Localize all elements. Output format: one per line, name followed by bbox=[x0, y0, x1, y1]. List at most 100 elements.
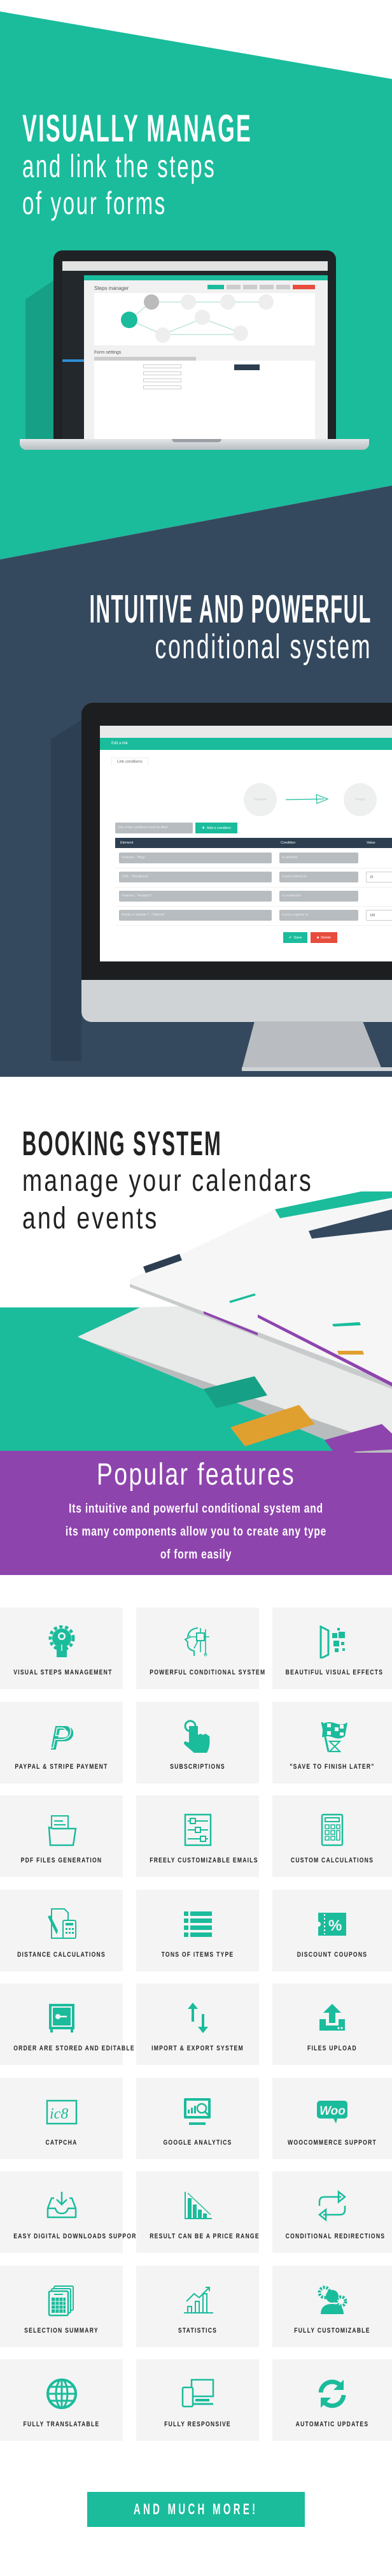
globe-icon bbox=[45, 2377, 78, 2410]
checkered-flag-icon bbox=[316, 1720, 349, 1753]
feature-card: Woo WOOCOMMERCE SUPPORT bbox=[272, 2077, 392, 2159]
feature-label: DISCOUNT COUPONS bbox=[297, 1950, 368, 1959]
svg-text:%: % bbox=[328, 1917, 342, 1934]
feature-card: % DISCOUNT COUPONS bbox=[272, 1889, 392, 1971]
feature-card: PDF FILES GENERATION bbox=[0, 1795, 123, 1877]
coupon-icon: % bbox=[316, 1908, 349, 1941]
condition-element-select[interactable]: CMS : "Wordpress" bbox=[119, 872, 272, 882]
hand-tap-icon bbox=[181, 1720, 214, 1753]
hero-subtitle-line1: and link the steps bbox=[22, 148, 216, 184]
sliders-icon bbox=[181, 1813, 214, 1846]
feature-card: AUTOMATIC UPDATES bbox=[272, 2359, 392, 2441]
feature-label: GOOGLE ANALYTICS bbox=[163, 2138, 232, 2147]
download-inbox-icon bbox=[45, 2189, 78, 2222]
condition-type-select[interactable]: Is unselected bbox=[279, 891, 358, 902]
feature-card: BEAUTIFUL VISUAL EFFECTS bbox=[272, 1608, 392, 1689]
steps-manager-screenshot: Steps manager Form settings bbox=[62, 261, 328, 439]
conditions-table-header: Element Condition Value bbox=[115, 838, 392, 848]
upload-icon bbox=[316, 2001, 349, 2034]
condition-element-select[interactable]: Mobile or website ? : "Website" bbox=[119, 910, 272, 921]
feature-label: EASY DIGITAL DOWNLOADS SUPPORT bbox=[13, 2233, 141, 2240]
monitor-stand bbox=[242, 1021, 392, 1071]
responsive-icon bbox=[181, 2377, 214, 2410]
safe-icon bbox=[45, 2001, 78, 2034]
steps-manager-heading: Steps manager bbox=[94, 285, 129, 291]
feature-label: FULLY TRANSLATABLE bbox=[23, 2421, 100, 2428]
feature-label: CUSTOM CALCULATIONS bbox=[290, 1857, 374, 1864]
woo-icon: Woo bbox=[316, 2096, 349, 2129]
feature-card: RESULT CAN BE A PRICE RANGE bbox=[136, 2171, 259, 2253]
popular-features-description-line3: of form easily bbox=[160, 1548, 232, 1562]
tab-link-conditions[interactable]: Link conditions bbox=[111, 758, 148, 766]
feature-label: IMPORT & EXPORT SYSTEM bbox=[151, 2045, 244, 2052]
link-arrow-icon bbox=[286, 794, 329, 804]
save-button[interactable]: ✔ Save bbox=[283, 932, 307, 943]
statistics-icon bbox=[181, 2284, 214, 2317]
feature-label: CATPCHA bbox=[45, 2138, 78, 2147]
condition-element-select[interactable]: Features : "Analytics" bbox=[119, 891, 272, 902]
import-export-icon bbox=[181, 2001, 214, 2034]
feature-label: POWERFUL CONDITIONAL SYSTEM bbox=[150, 1669, 266, 1676]
popular-features-description-line1: Its intuitive and powerful conditional s… bbox=[69, 1502, 323, 1516]
operator-select[interactable]: One of the conditions must be filled bbox=[115, 823, 193, 833]
feature-card: FULLY CUSTOMIZABLE bbox=[272, 2265, 392, 2347]
feature-label: BEAUTIFUL VISUAL EFFECTS bbox=[285, 1669, 384, 1676]
feature-card: FULLY RESPONSIVE bbox=[136, 2359, 259, 2441]
condition-type-select[interactable]: Is price superior to bbox=[279, 910, 358, 921]
popular-features-title: Popular features bbox=[96, 1458, 296, 1492]
feature-card: DISTANCE CALCULATIONS bbox=[0, 1889, 123, 1971]
condition-value-input[interactable]: 15 bbox=[366, 872, 392, 882]
feature-card: FULLY TRANSLATABLE bbox=[0, 2359, 123, 2441]
laptop-notch bbox=[172, 439, 221, 442]
delete-button[interactable]: ■ Delete bbox=[311, 932, 337, 943]
feature-card: ORDER ARE STORED AND EDITABLE bbox=[0, 1983, 135, 2065]
feature-card: SELECTION SUMMARY bbox=[0, 2265, 123, 2347]
monitor-chin bbox=[81, 980, 392, 1022]
to-step-node: Design bbox=[355, 798, 365, 802]
feature-label: FULLY RESPONSIVE bbox=[164, 2421, 231, 2428]
add-condition-button[interactable]: ✚ Add a condition bbox=[195, 823, 237, 833]
feature-card: EASY DIGITAL DOWNLOADS SUPPORT bbox=[0, 2171, 141, 2253]
feature-card: POWERFUL CONDITIONAL SYSTEM bbox=[136, 1608, 266, 1689]
feature-label: PDF FILES GENERATION bbox=[20, 1857, 102, 1864]
condition-element-select[interactable]: Features : "Blog" bbox=[119, 853, 272, 863]
refresh-icon bbox=[316, 2377, 349, 2410]
list-icon bbox=[181, 1908, 214, 1941]
popular-features-description-line2: its many components allow you to create … bbox=[65, 1525, 327, 1539]
feature-card: CONDITIONAL REDIRECTIONS bbox=[272, 2171, 392, 2253]
feature-card: "SAVE TO FINISH LATER" bbox=[272, 1701, 392, 1783]
hero-title: VISUALLY MANAGE bbox=[22, 107, 253, 150]
svg-text:Woo: Woo bbox=[319, 2105, 346, 2118]
feature-label: PAYPAL & STRIPE PAYMENT bbox=[15, 1762, 108, 1771]
link-conditions-screenshot: Edit a link Link conditions Features Des… bbox=[100, 726, 392, 961]
plus-icon: ✚ bbox=[202, 826, 205, 830]
calculator-icon bbox=[316, 1813, 349, 1846]
trash-icon: ■ bbox=[316, 935, 319, 940]
feature-card: STATISTICS bbox=[136, 2265, 259, 2347]
svg-text:P: P bbox=[48, 1720, 71, 1753]
conditional-title: INTUITIVE AND POWERFUL bbox=[89, 587, 372, 631]
price-range-icon bbox=[181, 2189, 214, 2222]
condition-type-select[interactable]: Is selected bbox=[279, 853, 358, 863]
feature-label: RESULT CAN BE A PRICE RANGE bbox=[150, 2233, 260, 2240]
customizable-icon bbox=[316, 2284, 349, 2317]
redirect-icon bbox=[316, 2189, 349, 2222]
hero-subtitle-line2: of your forms bbox=[22, 185, 167, 221]
check-icon: ✔ bbox=[288, 935, 292, 940]
feature-card: FILES UPLOAD bbox=[272, 1983, 392, 2065]
analytics-icon bbox=[181, 2096, 214, 2129]
booking-calendar-screenshot bbox=[78, 1191, 392, 1453]
condition-value-input[interactable]: 100 bbox=[366, 910, 392, 921]
feature-card: P P PAYPAL & STRIPE PAYMENT bbox=[0, 1701, 123, 1783]
feature-label: VISUAL STEPS MANAGEMENT bbox=[13, 1669, 113, 1676]
summary-icon bbox=[45, 2284, 78, 2317]
feature-label: AUTOMATIC UPDATES bbox=[295, 2421, 369, 2428]
feature-label: ORDER ARE STORED AND EDITABLE bbox=[13, 2045, 135, 2052]
feature-card: GOOGLE ANALYTICS bbox=[136, 2077, 259, 2159]
pdf-folder-icon bbox=[45, 1813, 78, 1846]
from-step-node: Features bbox=[254, 798, 267, 802]
distance-calc-icon bbox=[45, 1908, 78, 1941]
and-much-more-button[interactable]: AND MUCH MORE! bbox=[87, 2492, 305, 2527]
form-settings-heading: Form settings bbox=[94, 350, 122, 355]
condition-type-select[interactable]: Is price inferior to bbox=[279, 872, 358, 882]
